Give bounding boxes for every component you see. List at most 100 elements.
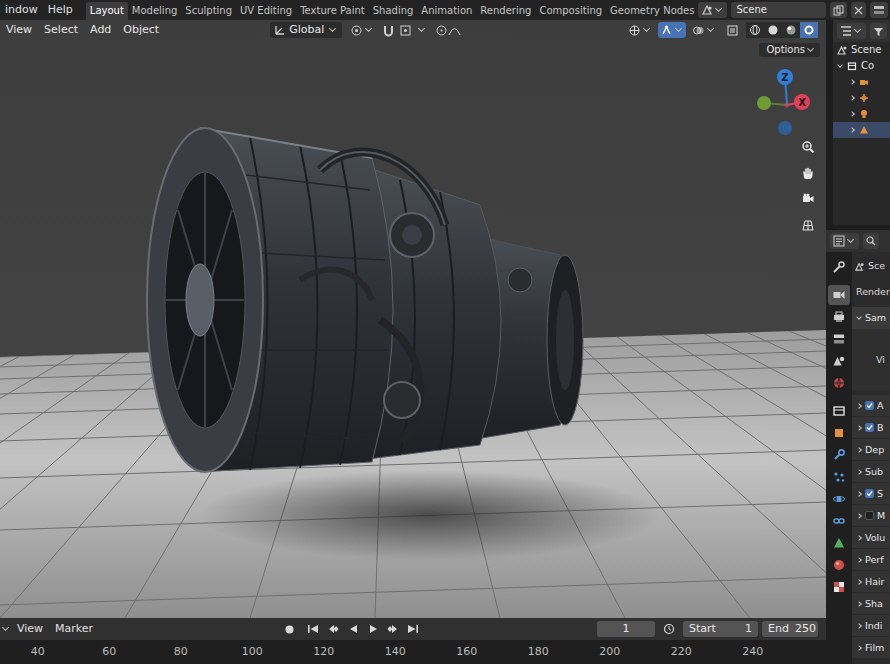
shading-mode-button[interactable]: [800, 22, 818, 38]
panel-header[interactable]: Volu: [852, 527, 890, 548]
properties-tab[interactable]: [828, 511, 850, 531]
expand-arrow-icon[interactable]: [856, 425, 862, 431]
view-layer-button[interactable]: [870, 2, 888, 18]
panel-header[interactable]: Sha: [852, 593, 890, 614]
prev-key-button[interactable]: [327, 623, 339, 635]
outliner-filter[interactable]: [870, 23, 887, 39]
proportional-edit[interactable]: [435, 24, 461, 37]
scene-browse-button[interactable]: [698, 2, 727, 18]
timeline-menu-item[interactable]: Marker: [49, 622, 99, 635]
properties-tab[interactable]: [828, 285, 850, 305]
outliner-row[interactable]: [833, 90, 890, 106]
preview-range-button[interactable]: [659, 621, 679, 637]
start-frame-field[interactable]: Start1: [683, 621, 758, 637]
editor-type-button[interactable]: [0, 625, 11, 633]
expand-arrow-icon[interactable]: [849, 111, 855, 117]
outliner-editor-type[interactable]: [837, 23, 866, 39]
outliner-row[interactable]: Scene: [833, 42, 890, 58]
viewport-menu-item[interactable]: Select: [38, 20, 84, 40]
copy-scene-button[interactable]: [830, 2, 847, 18]
expand-arrow-icon[interactable]: [856, 645, 862, 651]
properties-tab[interactable]: [828, 257, 850, 277]
expand-arrow-icon[interactable]: [856, 601, 862, 607]
end-frame-field[interactable]: End250: [762, 621, 818, 637]
perspective-button[interactable]: [797, 214, 819, 236]
outliner-row[interactable]: [833, 106, 890, 122]
menu-item[interactable]: indow: [0, 0, 43, 20]
properties-tab[interactable]: [828, 445, 850, 465]
panel-checkbox[interactable]: [865, 511, 874, 520]
workspace-tab[interactable]: Geometry Nodes: [606, 2, 698, 20]
workspace-tab[interactable]: Layout: [86, 2, 128, 20]
properties-tab[interactable]: [828, 533, 850, 553]
expand-arrow-icon[interactable]: [856, 403, 862, 409]
panel-checkbox[interactable]: [865, 489, 874, 498]
panel-header[interactable]: Dep: [852, 439, 890, 460]
jump-end-button[interactable]: [407, 623, 419, 635]
viewport-toggle[interactable]: [690, 22, 718, 38]
viewport-toggle[interactable]: [658, 22, 686, 38]
panel-header[interactable]: S: [852, 483, 890, 504]
properties-tab[interactable]: [828, 467, 850, 487]
properties-tab[interactable]: [828, 577, 850, 597]
play-button[interactable]: [367, 623, 379, 635]
panel-header[interactable]: A: [852, 395, 890, 416]
properties-tab[interactable]: [828, 329, 850, 349]
scene-name-field[interactable]: Scene: [731, 2, 826, 18]
expand-arrow-icon[interactable]: [856, 513, 862, 519]
expand-arrow-icon[interactable]: [856, 535, 862, 541]
record-button[interactable]: [279, 621, 299, 637]
pivot-dropdown[interactable]: [350, 24, 374, 37]
expand-arrow-icon[interactable]: [849, 127, 855, 133]
panel-header[interactable]: M: [852, 505, 890, 526]
viewport-menu-item[interactable]: View: [0, 20, 38, 40]
expand-arrow-icon[interactable]: [849, 95, 855, 101]
outliner-row[interactable]: [833, 122, 890, 138]
panel-header[interactable]: Perf: [852, 549, 890, 570]
z-axis-handle[interactable]: [777, 69, 793, 85]
properties-tab[interactable]: [828, 373, 850, 393]
negative-z-handle[interactable]: [778, 121, 792, 135]
workspace-tab[interactable]: Animation: [417, 2, 476, 20]
panel-header[interactable]: Sub: [852, 461, 890, 482]
viewport-menu-item[interactable]: Object: [117, 20, 165, 40]
viewport-menu-item[interactable]: Add: [84, 20, 117, 40]
panel-header[interactable]: Indi: [852, 615, 890, 636]
workspace-tab[interactable]: Rendering: [476, 2, 535, 20]
properties-tab[interactable]: [828, 351, 850, 371]
axis-gizmo[interactable]: ZX: [755, 65, 815, 140]
shading-mode-button[interactable]: [746, 22, 764, 38]
expand-arrow-icon[interactable]: [849, 79, 855, 85]
outliner-row[interactable]: Co: [833, 58, 890, 74]
camera-view-button[interactable]: [797, 188, 819, 210]
workspace-tab[interactable]: Modeling: [128, 2, 182, 20]
panel-header[interactable]: Film: [852, 637, 890, 658]
y-axis-handle[interactable]: [757, 96, 771, 110]
panel-header[interactable]: Sam: [852, 307, 890, 329]
properties-tab[interactable]: [828, 401, 850, 421]
expand-arrow-icon[interactable]: [856, 557, 862, 563]
outliner-row[interactable]: [833, 74, 890, 90]
expand-arrow-icon[interactable]: [856, 579, 862, 585]
expand-arrow-icon[interactable]: [837, 62, 843, 68]
panel-checkbox[interactable]: [865, 423, 874, 432]
panel-checkbox[interactable]: [865, 401, 874, 410]
pan-button[interactable]: [797, 162, 819, 184]
expand-arrow-icon[interactable]: [856, 314, 862, 320]
expand-arrow-icon[interactable]: [856, 469, 862, 475]
viewport-toggle[interactable]: [626, 22, 654, 38]
snap-controls[interactable]: [382, 24, 427, 37]
current-frame-field[interactable]: 1: [597, 621, 655, 637]
jump-start-button[interactable]: [307, 623, 319, 635]
options-dropdown[interactable]: Options: [759, 43, 820, 57]
properties-tab[interactable]: [828, 555, 850, 575]
timeline-menu-item[interactable]: View: [11, 622, 49, 635]
viewport-toggle[interactable]: [722, 22, 742, 38]
zoom-button[interactable]: [797, 136, 819, 158]
shading-mode-button[interactable]: [782, 22, 800, 38]
render-engine-row[interactable]: Render: [852, 283, 890, 301]
expand-arrow-icon[interactable]: [856, 447, 862, 453]
frame-ruler[interactable]: 406080100120140160180200220240: [0, 640, 826, 664]
workspace-tab[interactable]: Shading: [369, 2, 418, 20]
properties-tab[interactable]: [828, 307, 850, 327]
